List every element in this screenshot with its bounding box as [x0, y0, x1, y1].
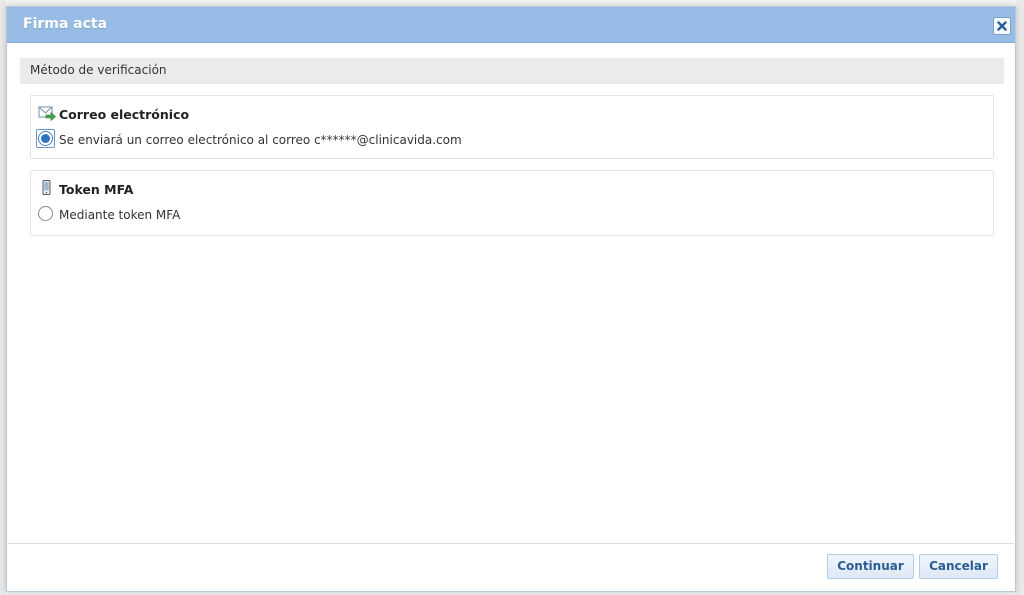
- mobile-phone-icon: [42, 180, 51, 195]
- close-icon: [997, 21, 1007, 31]
- email-radio[interactable]: [38, 131, 53, 146]
- token-radio[interactable]: [38, 206, 53, 221]
- dialog-title: Firma acta: [23, 16, 108, 32]
- dialog-titlebar: Firma acta: [7, 7, 1015, 43]
- signature-dialog: Firma acta Método de verificación Correo…: [6, 6, 1016, 592]
- email-option-panel: Correo electrónico Se enviará un correo …: [30, 95, 994, 159]
- footer-divider: [8, 543, 1014, 544]
- email-arrow-icon: [38, 106, 56, 121]
- token-option-title: Token MFA: [59, 182, 134, 197]
- section-title: Método de verificación: [30, 63, 167, 77]
- verification-method-header: Método de verificación: [20, 58, 1004, 84]
- cancel-button[interactable]: Cancelar: [919, 554, 998, 579]
- email-option-title: Correo electrónico: [59, 107, 190, 122]
- background-right-edge: [1016, 0, 1024, 595]
- token-radio-label[interactable]: Mediante token MFA: [59, 208, 180, 222]
- close-button[interactable]: [993, 17, 1011, 35]
- token-option-panel: Token MFA Mediante token MFA: [30, 170, 994, 236]
- continue-button[interactable]: Continuar: [827, 554, 914, 579]
- email-radio-label[interactable]: Se enviará un correo electrónico al corr…: [59, 133, 462, 147]
